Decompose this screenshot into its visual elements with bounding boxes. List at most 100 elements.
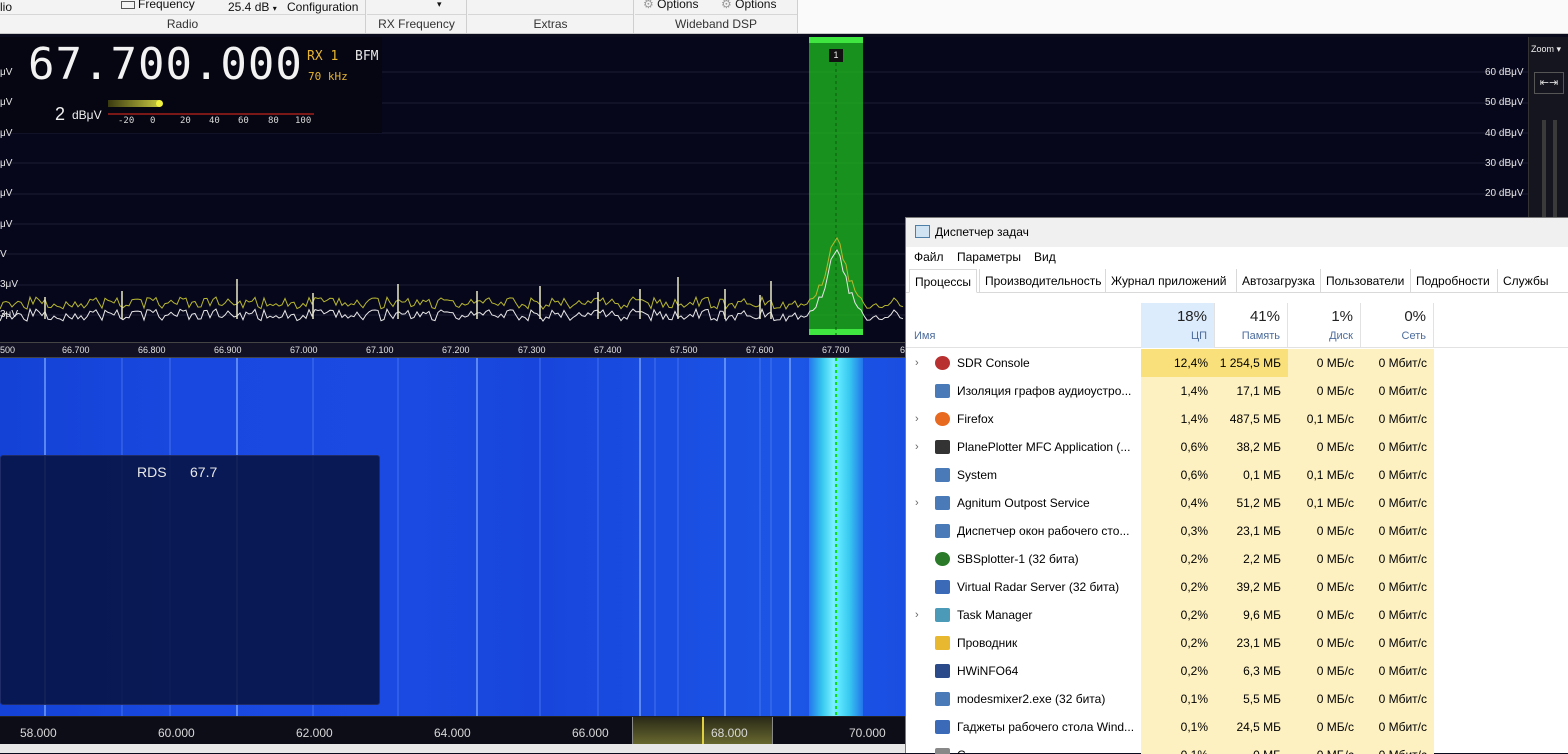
process-name: Firefox [957,412,994,426]
process-row[interactable]: modesmixer2.exe (32 бита) 0,1% 5,5 МБ 0 МБ/… [906,685,1568,713]
frequency-button[interactable]: Frequency [121,0,195,11]
expand-chevron-icon[interactable]: › [915,413,919,425]
frequency-axis-label: 67.000 [290,345,318,355]
process-net: 0 Мбит/с [1361,377,1434,405]
column-disk[interactable]: 1% Диск [1288,303,1361,348]
process-mem: 9,6 МБ [1215,601,1288,629]
disk-total: 1% [1331,308,1353,325]
process-icon [935,552,950,566]
cpu-total: 18% [1176,308,1207,325]
ribbon-group-wideband-dsp: ⚙ Options ⚙ Options Wideband DSP [635,0,798,33]
process-row[interactable]: Гаджеты рабочего стола Wind... 0,1% 24,5 М… [906,713,1568,741]
process-cpu: 0,1% [1141,713,1215,741]
wideband-scale[interactable]: 58.000 60.000 62.000 64.000 66.000 68.000 70.0… [0,716,905,745]
process-row[interactable]: Диспетчер окон рабочего сто... 0,3% 23,1 М… [906,517,1568,545]
process-icon [935,664,950,678]
wideband-options-button-1[interactable]: ⚙ Options [643,0,698,11]
zoom-button[interactable]: Zoom ▾ [1531,44,1561,55]
frequency-axis[interactable]: 500 66.700 66.800 66.900 67.000 67.100 67.200 6… [0,342,910,358]
wideband-options-button-2[interactable]: ⚙ Options [721,0,776,11]
process-net: 0 Мбит/с [1361,601,1434,629]
menu-file[interactable]: Файл [914,250,944,264]
tab-performance[interactable]: Производительность [979,269,1106,293]
ribbon-group-label-extras: Extras [533,17,568,31]
expand-chevron-icon[interactable]: › [915,609,919,621]
zoom-fit-button[interactable]: ⇤⇥ [1534,72,1564,94]
gear-icon: ⚙ [643,0,654,11]
process-disk: 0 МБ/с [1288,629,1361,657]
ribbon-group-rx-frequency: ▾ RX Frequency [367,0,467,33]
expand-chevron-icon[interactable]: › [915,357,919,369]
process-cpu: 1,4% [1141,377,1215,405]
process-name: HWiNFO64 [957,664,1019,678]
process-row[interactable]: Проводник 0,2% 23,1 МБ 0 МБ/с 0 Мбит/с [906,629,1568,657]
frequency-axis-label: 67.300 [518,345,546,355]
process-row[interactable]: › Firefox 1,4% 487,5 МБ 0,1 МБ/с 0 Мбит/с [906,405,1568,433]
radio-partial-button[interactable]: lio [0,0,12,14]
frequency-label: Frequency [138,0,195,11]
process-row[interactable]: Изоляция графов аудиоустро... 1,4% 17,1 МБ… [906,377,1568,405]
s-meter-tick: 80 [268,116,279,126]
waterfall-center-line [835,358,837,716]
process-net: 0 Мбит/с [1361,741,1434,754]
process-icon [935,636,950,650]
frequency-axis-label: 67.200 [442,345,470,355]
process-row[interactable]: System 0,6% 0,1 МБ 0,1 МБ/с 0 Мбит/с [906,461,1568,489]
process-name: С... [957,741,1140,754]
waterfall-display[interactable]: RDS 67.7 [0,358,905,716]
column-name[interactable]: Имя [914,330,935,342]
expand-chevron-icon[interactable]: › [915,497,919,509]
tab-services[interactable]: Службы [1497,269,1553,293]
channel-filter-top[interactable] [809,37,863,43]
tab-startup[interactable]: Автозагрузка [1236,269,1320,293]
tab-app-history[interactable]: Журнал приложений [1105,269,1231,293]
task-manager-window[interactable]: Диспетчер задач Файл Параметры Вид Проце… [905,217,1568,754]
cpu-label: ЦП [1190,330,1207,342]
tab-users[interactable]: Пользователи [1320,269,1409,293]
column-network[interactable]: 0% Сеть [1361,303,1434,348]
process-row[interactable]: С...0,1%0 МБ0 МБ/с0 Мбит/с [906,741,1568,754]
left-unit-label: μV [0,219,13,230]
ribbon-group-radio: lio Frequency 25.4 dB ▾ Configuration Ra… [0,0,366,33]
process-name: SDR Console [957,356,1030,370]
process-row[interactable]: HWiNFO64 0,2% 6,3 МБ 0 МБ/с 0 Мбит/с [906,657,1568,685]
process-icon [935,608,950,622]
frequency-axis-label: 66.900 [214,345,242,355]
menu-view[interactable]: Вид [1034,250,1056,264]
menu-options[interactable]: Параметры [957,250,1021,264]
column-memory[interactable]: 41% Память [1215,303,1288,348]
vertical-slider-2[interactable] [1553,120,1557,217]
process-cpu: 0,4% [1141,489,1215,517]
window-title[interactable]: Диспетчер задач [906,218,1568,247]
process-mem: 6,3 МБ [1215,657,1288,685]
process-row[interactable]: Virtual Radar Server (32 бита) 0,2% 39,2 М… [906,573,1568,601]
frequency-readout[interactable]: 67.700.000 [28,39,303,90]
tab-details[interactable]: Подробности [1410,269,1495,293]
process-name: Диспетчер окон рабочего сто... [957,524,1130,538]
process-row[interactable]: › SDR Console 12,4% 1 254,5 МБ 0 МБ/с 0 Мбит/… [906,349,1568,377]
tab-processes[interactable]: Процессы [909,269,978,293]
rds-panel[interactable]: RDS 67.7 [0,455,380,705]
process-row[interactable]: › Agnitum Outpost Service 0,4% 51,2 МБ 0,1 М… [906,489,1568,517]
process-row[interactable]: › Task Manager 0,2% 9,6 МБ 0 МБ/с 0 Мбит/с [906,601,1568,629]
process-icon [935,524,950,538]
tab-bar: Процессы Производительность Журнал прило… [906,269,1568,293]
wideband-scale-label: 62.000 [296,726,333,740]
process-disk: 0 МБ/с [1288,713,1361,741]
column-cpu[interactable]: 18% ЦП [1141,303,1215,348]
left-unit-label: μV [0,128,13,139]
rx-frequency-dropdown[interactable]: ▾ [437,0,442,10]
process-cpu: 0,2% [1141,601,1215,629]
process-icon [935,580,950,594]
process-name: modesmixer2.exe (32 бита) [957,692,1106,706]
gain-dropdown[interactable]: 25.4 dB ▾ [228,0,277,14]
configuration-button[interactable]: Configuration [287,0,358,14]
expand-chevron-icon[interactable]: › [915,441,919,453]
channel-marker[interactable]: 1 [829,49,843,62]
process-row[interactable]: › PlanePlotter MFC Application (... 0,6% 38… [906,433,1568,461]
spectrum-peak-trace [0,236,904,310]
mode-label[interactable]: BFM [355,49,378,64]
process-row[interactable]: SBSplotter-1 (32 бита) 0,2% 2,2 МБ 0 МБ/с 0 … [906,545,1568,573]
vertical-slider-1[interactable] [1542,120,1546,217]
process-name: Изоляция графов аудиоустро... [957,384,1132,398]
